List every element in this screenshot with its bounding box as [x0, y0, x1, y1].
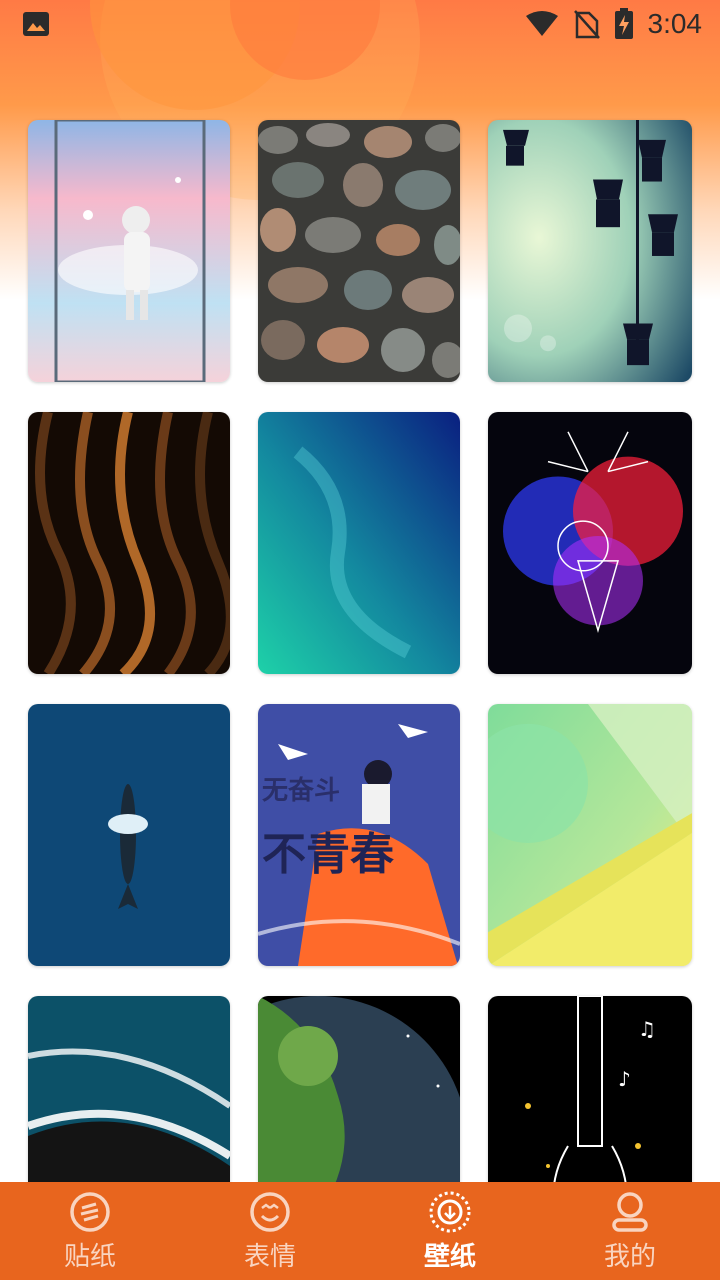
- clock-time: 3:04: [647, 8, 703, 39]
- image-icon: [23, 12, 49, 36]
- no-sim-icon: [573, 10, 600, 39]
- wallpaper-thumbnail[interactable]: [488, 704, 692, 966]
- wifi-icon: [525, 11, 558, 36]
- tab-wallpaper[interactable]: 壁纸: [360, 1182, 540, 1280]
- svg-text:不青春: 不青春: [262, 829, 394, 880]
- tab-label: 表情: [243, 1241, 296, 1272]
- wallpaper-thumbnail[interactable]: [258, 412, 460, 674]
- emoji-icon: [250, 1191, 290, 1232]
- sticker-icon: [70, 1191, 110, 1232]
- wallpaper-grid: 无奋斗 不青春 ♫ ♪: [28, 120, 692, 1258]
- bottom-navigation: 贴纸 表情 壁纸 我的: [0, 1182, 720, 1280]
- battery-charging-icon: [614, 8, 633, 39]
- wallpaper-thumbnail[interactable]: [258, 120, 460, 382]
- tab-label: 壁纸: [423, 1241, 476, 1272]
- tab-profile[interactable]: 我的: [540, 1182, 720, 1280]
- wallpaper-thumbnail[interactable]: [488, 412, 692, 674]
- svg-text:无奋斗: 无奋斗: [262, 776, 340, 806]
- wallpaper-icon: [429, 1191, 471, 1232]
- tab-label: 我的: [603, 1241, 656, 1272]
- tab-label: 贴纸: [63, 1241, 116, 1272]
- svg-text:♫: ♫: [638, 1017, 656, 1041]
- status-bar: 3:04: [0, 0, 720, 48]
- wallpaper-thumbnail[interactable]: [28, 120, 230, 382]
- wallpaper-thumbnail[interactable]: [28, 704, 230, 966]
- tab-emoji[interactable]: 表情: [180, 1182, 360, 1280]
- svg-text:♪: ♪: [618, 1067, 631, 1091]
- wallpaper-thumbnail[interactable]: [488, 120, 692, 382]
- profile-icon: [612, 1191, 648, 1232]
- wallpaper-thumbnail[interactable]: [28, 412, 230, 674]
- wallpaper-thumbnail[interactable]: 无奋斗 不青春: [258, 704, 460, 966]
- tab-stickers[interactable]: 贴纸: [0, 1182, 180, 1280]
